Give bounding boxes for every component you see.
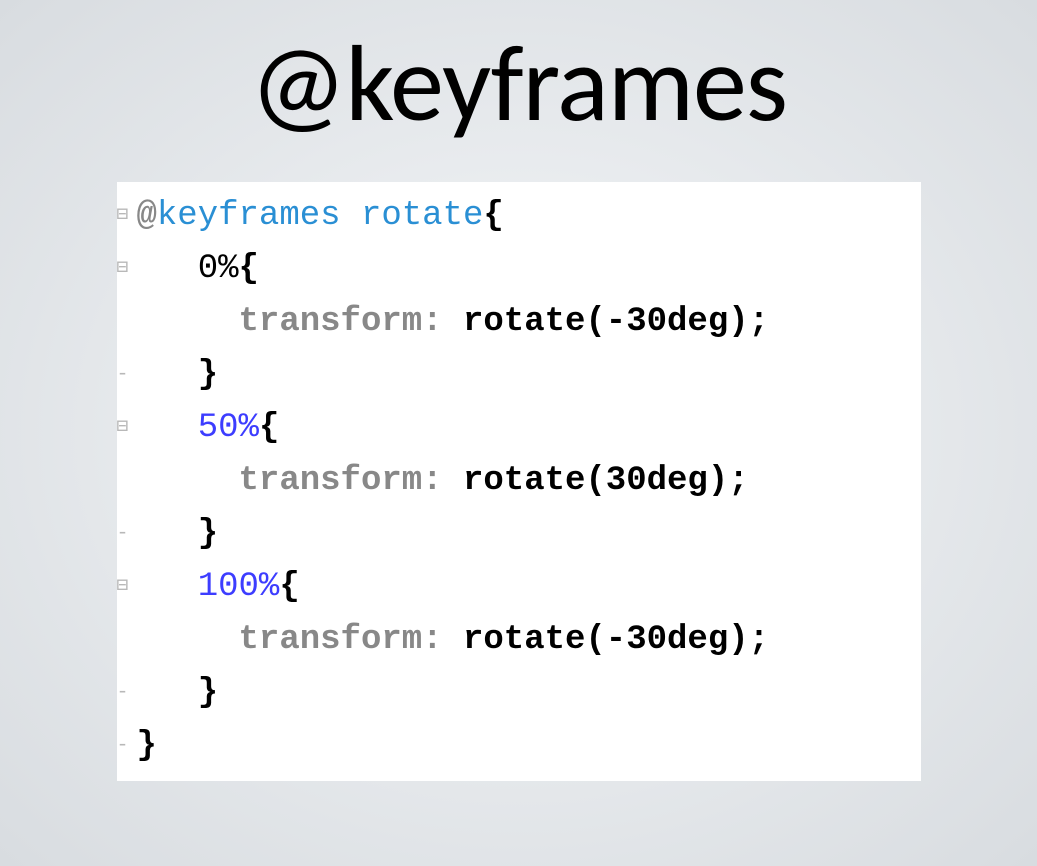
- fold-icon: ⊟: [117, 561, 129, 613]
- open-brace: {: [279, 568, 299, 606]
- code-line-10: - }: [117, 667, 915, 720]
- percent-0: 0%: [198, 250, 239, 288]
- semicolon: ;: [749, 621, 769, 659]
- close-brace: }: [137, 727, 157, 765]
- fold-end-icon: -: [117, 720, 129, 772]
- code-line-1: ⊟@keyframes rotate{: [117, 190, 915, 243]
- at-sign: @: [137, 197, 157, 235]
- colon: :: [422, 462, 442, 500]
- css-value: rotate(-30deg): [463, 621, 749, 659]
- percent-100: 100%: [198, 568, 280, 606]
- css-property: transform: [239, 462, 423, 500]
- css-value: rotate(-30deg): [463, 303, 749, 341]
- css-property: transform: [239, 621, 423, 659]
- percent-50: 50%: [198, 409, 259, 447]
- semicolon: ;: [749, 303, 769, 341]
- open-brace: {: [259, 409, 279, 447]
- code-line-7: - }: [117, 508, 915, 561]
- open-brace: {: [483, 197, 503, 235]
- animation-name-text: rotate: [361, 197, 483, 235]
- code-line-8: ⊟ 100%{: [117, 561, 915, 614]
- css-value: rotate(30deg): [463, 462, 728, 500]
- close-brace: }: [198, 515, 218, 553]
- animation-name: [341, 197, 361, 235]
- colon: :: [422, 621, 442, 659]
- fold-icon: ⊟: [117, 243, 129, 295]
- css-property: transform: [239, 303, 423, 341]
- code-line-4: - }: [117, 349, 915, 402]
- code-block: ⊟@keyframes rotate{ ⊟ 0%{ transform: rot…: [117, 182, 921, 781]
- close-brace: }: [198, 356, 218, 394]
- code-line-3: transform: rotate(-30deg);: [117, 296, 915, 349]
- semicolon: ;: [728, 462, 748, 500]
- fold-end-icon: -: [117, 349, 129, 401]
- code-line-11: -}: [117, 720, 915, 773]
- code-line-6: transform: rotate(30deg);: [117, 455, 915, 508]
- close-brace: }: [198, 674, 218, 712]
- fold-icon: ⊟: [117, 190, 129, 242]
- code-line-5: ⊟ 50%{: [117, 402, 915, 455]
- fold-end-icon: -: [117, 667, 129, 719]
- open-brace: {: [239, 250, 259, 288]
- fold-icon: ⊟: [117, 402, 129, 454]
- slide-title: @keyframes: [250, 18, 787, 150]
- rule-keyword: keyframes: [157, 197, 341, 235]
- code-line-2: ⊟ 0%{: [117, 243, 915, 296]
- fold-end-icon: -: [117, 508, 129, 560]
- colon: :: [422, 303, 442, 341]
- code-line-9: transform: rotate(-30deg);: [117, 614, 915, 667]
